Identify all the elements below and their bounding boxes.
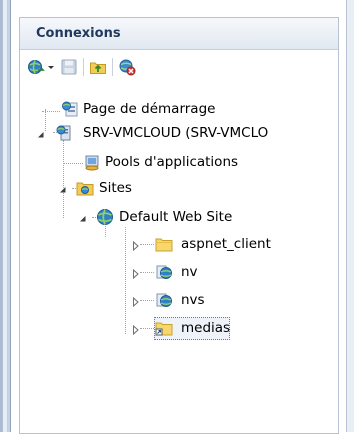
connect-dropdown-arrow-icon[interactable] bbox=[46, 58, 56, 76]
connect-icon[interactable] bbox=[27, 58, 45, 76]
tree-connector bbox=[42, 111, 60, 112]
expand-arrow-icon[interactable] bbox=[131, 240, 141, 252]
globe-icon bbox=[96, 208, 114, 226]
start-page-icon bbox=[61, 100, 79, 118]
collapse-arrow-icon[interactable] bbox=[78, 213, 88, 223]
tree-connector bbox=[45, 109, 46, 131]
tree-item-label: Sites bbox=[99, 180, 132, 196]
tree-item-label: nv bbox=[181, 264, 198, 280]
panel-title: Connexions bbox=[36, 26, 121, 41]
tree-connector bbox=[140, 328, 154, 329]
connections-panel: Connexions Page de démarrage SRV-VMCLOUD… bbox=[19, 17, 339, 434]
toolbar-separator bbox=[83, 58, 84, 76]
tree-item-label: nvs bbox=[181, 292, 205, 308]
tree-connector bbox=[125, 227, 126, 334]
tree-connector bbox=[140, 272, 154, 273]
tree-item-label: Default Web Site bbox=[119, 209, 233, 225]
web-app-icon bbox=[155, 263, 173, 281]
web-app-icon bbox=[155, 291, 173, 309]
connections-toolbar bbox=[20, 50, 338, 82]
toolbar-separator bbox=[112, 58, 113, 76]
tree-connector bbox=[140, 244, 154, 245]
window-frame-left bbox=[0, 0, 11, 432]
folder-icon bbox=[155, 235, 173, 253]
tree-connector bbox=[63, 140, 64, 218]
adjacent-pane-edge bbox=[346, 0, 354, 432]
frame-highlight bbox=[3, 0, 7, 432]
tree-item-label: medias bbox=[181, 320, 231, 336]
tree-connector bbox=[63, 163, 83, 164]
tree-connector bbox=[140, 300, 154, 301]
expand-arrow-icon[interactable] bbox=[131, 324, 141, 336]
save-icon[interactable] bbox=[60, 58, 78, 76]
app-pool-icon bbox=[83, 153, 101, 171]
tree-item-label: Page de démarrage bbox=[83, 101, 216, 117]
server-icon bbox=[55, 124, 73, 142]
up-folder-icon[interactable] bbox=[89, 58, 107, 76]
collapse-arrow-icon[interactable] bbox=[36, 129, 46, 139]
expand-arrow-icon[interactable] bbox=[131, 296, 141, 308]
panel-header: Connexions bbox=[20, 18, 338, 50]
tree-item-label: Pools d'applications bbox=[105, 154, 239, 170]
tree-item-label: aspnet_client bbox=[181, 236, 271, 252]
expand-arrow-icon[interactable] bbox=[131, 268, 141, 280]
sites-folder-icon bbox=[76, 179, 94, 197]
tree-item-label: SRV-VMCLOUD (SRV-VMCLO bbox=[83, 125, 269, 141]
disconnect-icon[interactable] bbox=[118, 58, 136, 76]
virtual-dir-folder-icon bbox=[155, 319, 173, 337]
collapse-arrow-icon[interactable] bbox=[58, 184, 68, 194]
